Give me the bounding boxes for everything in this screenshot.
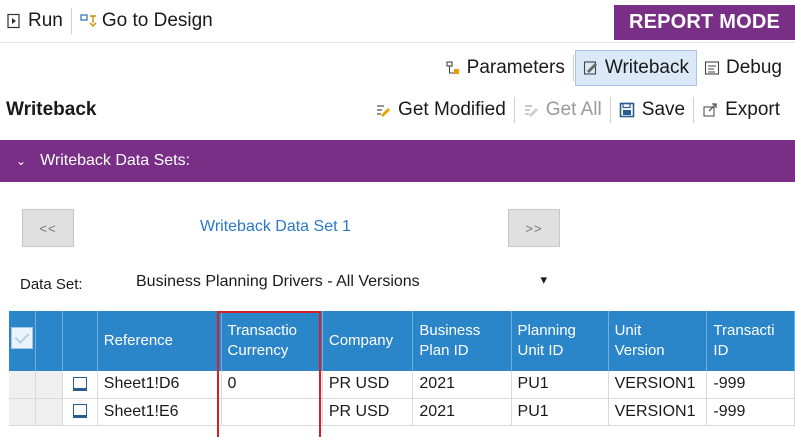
tool-divider [609, 97, 611, 123]
view-tabs: Parameters Writeback Debug [0, 46, 795, 89]
debug-tab[interactable]: Debug [697, 50, 789, 86]
run-icon [6, 13, 22, 29]
writeback-label: Writeback [604, 56, 689, 78]
writeback-data-sets-header[interactable]: ⌄ Writeback Data Sets: [0, 140, 795, 182]
tool-divider [693, 97, 695, 123]
save-label: Save [641, 99, 686, 120]
writeback-tab[interactable]: Writeback [574, 49, 697, 86]
cell-transaction-id[interactable]: -999 [706, 398, 795, 426]
tab-divider [572, 54, 574, 81]
data-set-label: Data Set: [20, 276, 83, 293]
cell-reference[interactable]: Sheet1!D6 [97, 371, 222, 399]
row-header-column [35, 311, 63, 371]
report-mode-badge: REPORT MODE [614, 5, 795, 40]
run-button[interactable]: Run [0, 0, 69, 43]
previous-data-set-button[interactable]: << [22, 209, 74, 247]
row-checkbox[interactable] [62, 371, 98, 399]
row-checkbox[interactable] [62, 398, 98, 426]
export-icon [702, 102, 718, 118]
row-select-column [62, 311, 98, 371]
cell-transaction-id[interactable]: -999 [706, 371, 795, 399]
toolbar-divider [70, 8, 72, 34]
row-gutter [9, 398, 36, 426]
debug-label: Debug [726, 56, 782, 78]
page-title: Writeback [6, 99, 97, 120]
parameters-label: Parameters [466, 56, 565, 78]
writeback-bar: Writeback Get Modified Get All Save Expo… [0, 89, 795, 131]
column-header-planning-unit-id[interactable]: Planning Unit ID [511, 311, 609, 371]
get-modified-button[interactable]: Get Modified [368, 92, 513, 128]
column-header-transaction-id[interactable]: Transacti ID [706, 311, 795, 371]
column-header-business-plan-id[interactable]: Business Plan ID [412, 311, 512, 371]
debug-icon [704, 60, 720, 76]
save-button[interactable]: Save [612, 92, 692, 128]
data-set-dropdown[interactable]: Business Planning Drivers - All Versions… [128, 266, 557, 298]
writeback-icon [583, 60, 599, 76]
get-all-icon [523, 102, 539, 118]
parameters-icon [445, 60, 461, 76]
table-row: Sheet1!E6 PR USD 2021 PU1 VERSION1 -999 [9, 398, 795, 426]
dropdown-arrow-icon[interactable]: ▾ [540, 272, 547, 288]
get-modified-label: Get Modified [398, 99, 506, 120]
tool-divider [513, 97, 515, 123]
cell-planning-unit-id[interactable]: PU1 [511, 398, 609, 426]
cell-transaction-currency[interactable] [221, 398, 323, 426]
select-all-checkbox[interactable] [9, 311, 36, 371]
row-header[interactable] [35, 371, 63, 399]
get-all-button[interactable]: Get All [516, 92, 609, 128]
get-modified-icon [375, 102, 391, 118]
column-header-reference[interactable]: Reference [97, 311, 222, 371]
cell-transaction-currency[interactable]: 0 [221, 371, 323, 399]
section-header-label: Writeback Data Sets: [40, 152, 191, 169]
chevron-down-icon[interactable]: ⌄ [16, 154, 26, 168]
column-header-company[interactable]: Company [322, 311, 414, 371]
export-button[interactable]: Export [695, 92, 787, 128]
cell-reference[interactable]: Sheet1!E6 [97, 398, 222, 426]
design-icon [80, 13, 97, 29]
data-set-title: Writeback Data Set 1 [200, 218, 351, 235]
go-to-design-button[interactable]: Go to Design [74, 0, 219, 43]
grid-header-row: Reference Transactio Currency Company Bus… [9, 311, 795, 371]
cell-unit-version[interactable]: VERSION1 [608, 398, 708, 426]
export-label: Export [725, 99, 780, 120]
run-label: Run [28, 10, 63, 31]
writeback-tools: Get Modified Get All Save Export [368, 92, 795, 128]
cell-company[interactable]: PR USD [322, 371, 414, 399]
row-header[interactable] [35, 398, 63, 426]
save-icon [619, 102, 635, 118]
parameters-tab[interactable]: Parameters [438, 50, 572, 86]
get-all-label: Get All [545, 99, 602, 120]
cell-planning-unit-id[interactable]: PU1 [511, 371, 609, 399]
cell-unit-version[interactable]: VERSION1 [608, 371, 708, 399]
cell-company[interactable]: PR USD [322, 398, 414, 426]
top-toolbar: Run Go to Design REPORT MODE [0, 0, 795, 43]
cell-business-plan-id[interactable]: 2021 [412, 371, 512, 399]
go-to-design-label: Go to Design [101, 10, 213, 31]
cell-business-plan-id[interactable]: 2021 [412, 398, 512, 426]
next-data-set-button[interactable]: >> [508, 209, 560, 247]
data-set-selected-value: Business Planning Drivers - All Versions [136, 273, 420, 290]
writeback-grid: Reference Transactio Currency Company Bus… [9, 311, 795, 437]
column-header-unit-version[interactable]: Unit Version [608, 311, 708, 371]
table-row: Sheet1!D6 0 PR USD 2021 PU1 VERSION1 -99… [9, 371, 795, 399]
column-header-transaction-currency[interactable]: Transactio Currency [221, 311, 323, 371]
row-gutter [9, 371, 36, 399]
